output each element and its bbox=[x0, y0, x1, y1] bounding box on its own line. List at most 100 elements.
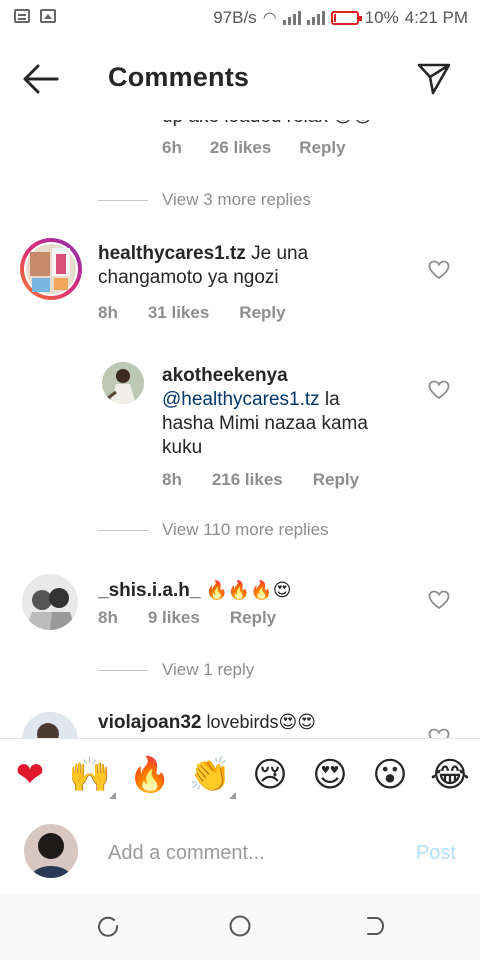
message-notification-icon bbox=[14, 9, 30, 23]
comment-text: _shis.i.a.h_ 🔥🔥🔥😍 bbox=[98, 578, 408, 603]
avatar[interactable] bbox=[22, 712, 78, 738]
likes-count[interactable]: 216 likes bbox=[212, 470, 283, 490]
battery-percent: 10% bbox=[364, 8, 399, 27]
avatar-image bbox=[24, 824, 78, 878]
comment-username[interactable]: healthycares1.tz bbox=[98, 243, 246, 264]
battery-fill bbox=[333, 14, 337, 22]
reply-text: akotheekenya @healthycares1.tz la hasha … bbox=[162, 364, 412, 460]
emoji-laughing-button[interactable]: 😂 bbox=[428, 753, 472, 797]
reply-button[interactable]: Reply bbox=[239, 303, 285, 323]
comment-time: 6h bbox=[162, 138, 182, 157]
divider bbox=[98, 669, 148, 671]
heart-icon bbox=[428, 590, 450, 610]
view-more-replies[interactable]: View 3 more replies bbox=[98, 190, 311, 210]
comment-text: up ake loaded relax 😍😍 bbox=[162, 120, 373, 129]
reply-body-line2: hasha Mimi nazaa kama bbox=[162, 413, 368, 434]
view-more-replies[interactable]: View 110 more replies bbox=[98, 520, 329, 540]
reply-body-line3: kuku bbox=[162, 437, 203, 458]
share-button[interactable] bbox=[416, 60, 452, 96]
view-more-replies[interactable]: View 1 reply bbox=[98, 660, 254, 680]
emoji-heart-button[interactable]: ❤ bbox=[8, 753, 52, 797]
divider bbox=[98, 199, 148, 201]
signal-1-icon bbox=[282, 11, 301, 25]
view-more-label: View 110 more replies bbox=[162, 520, 329, 539]
likes-count[interactable]: 9 likes bbox=[148, 608, 200, 628]
avatar-image bbox=[24, 242, 78, 296]
post-button[interactable]: Post bbox=[416, 842, 456, 865]
emoji-raised-hands-button[interactable]: 🙌 bbox=[68, 753, 116, 799]
system-nav-bar bbox=[0, 894, 480, 960]
emoji-surprised-button[interactable]: 😮 bbox=[368, 753, 412, 797]
like-comment-button[interactable] bbox=[428, 590, 450, 610]
emoji-quick-bar: ❤ 🙌 🔥 👏 😢 😍 😮 😂 bbox=[0, 738, 480, 814]
skin-tone-indicator bbox=[229, 792, 236, 799]
comment-text: healthycares1.tz Je una changamoto ya ng… bbox=[98, 242, 408, 290]
like-comment-button[interactable] bbox=[428, 728, 450, 738]
paper-plane-icon bbox=[417, 63, 451, 95]
emoji-crying-button[interactable]: 😢 bbox=[248, 753, 292, 797]
clapping-hands-icon: 👏 bbox=[188, 755, 232, 795]
reply-username[interactable]: akotheekenya bbox=[162, 365, 288, 386]
reply-time: 8h bbox=[162, 470, 182, 489]
view-more-label: View 3 more replies bbox=[162, 190, 311, 209]
avatar[interactable] bbox=[20, 238, 82, 300]
comment-body-line2: changamoto ya ngozi bbox=[98, 267, 279, 288]
battery-icon bbox=[330, 11, 362, 25]
page-title: Comments bbox=[108, 62, 250, 92]
heart-icon bbox=[428, 728, 450, 738]
skin-tone-indicator bbox=[109, 792, 116, 799]
comment-username[interactable]: _shis.i.a.h_ bbox=[98, 580, 200, 601]
likes-count[interactable]: 31 likes bbox=[148, 303, 209, 323]
emoji-fire-button[interactable]: 🔥 bbox=[128, 753, 172, 797]
comment-body: Je una bbox=[245, 243, 309, 264]
comment-time: 8h bbox=[98, 303, 118, 322]
likes-count[interactable]: 26 likes bbox=[210, 138, 271, 158]
recent-apps-button[interactable] bbox=[96, 914, 120, 938]
avatar-image bbox=[102, 362, 144, 404]
comment-username[interactable]: violajoan32 bbox=[98, 712, 202, 733]
comment-body: lovebirds😍😍 bbox=[201, 712, 317, 732]
home-circle-icon bbox=[229, 915, 251, 937]
avatar[interactable] bbox=[22, 574, 78, 630]
recents-icon bbox=[98, 916, 119, 937]
comment-body: 🔥🔥🔥😍 bbox=[200, 580, 292, 600]
comment-meta: 8h 31 likes Reply bbox=[98, 303, 286, 323]
home-button[interactable] bbox=[228, 914, 252, 938]
status-right: 97B/s ◠ 10% 4:21 PM bbox=[213, 8, 468, 28]
raised-hands-icon: 🙌 bbox=[68, 755, 112, 795]
reply-button[interactable]: Reply bbox=[299, 138, 345, 158]
heart-icon bbox=[428, 260, 450, 280]
status-bar: 97B/s ◠ 10% 4:21 PM bbox=[0, 0, 480, 36]
emoji-heart-eyes-button[interactable]: 😍 bbox=[308, 753, 352, 797]
divider bbox=[98, 529, 148, 531]
current-user-avatar bbox=[24, 824, 78, 878]
reply-meta: 8h 216 likes Reply bbox=[162, 470, 359, 490]
comment-composer: Post bbox=[0, 812, 480, 894]
clock: 4:21 PM bbox=[404, 8, 468, 27]
reply-body: la bbox=[319, 389, 340, 410]
back-nav-button[interactable] bbox=[362, 914, 386, 938]
emoji-clap-button[interactable]: 👏 bbox=[188, 753, 236, 799]
mention-link[interactable]: @healthycares1.tz bbox=[162, 389, 320, 410]
avatar-image bbox=[22, 574, 78, 630]
image-notification-icon bbox=[40, 9, 56, 23]
header: Comments bbox=[0, 36, 480, 120]
like-reply-button[interactable] bbox=[428, 380, 450, 400]
back-nav-icon bbox=[367, 917, 384, 935]
avatar[interactable] bbox=[102, 362, 144, 404]
comment-input[interactable] bbox=[108, 838, 388, 868]
comment-meta: 6h 26 likes Reply bbox=[162, 138, 346, 158]
like-comment-button[interactable] bbox=[428, 260, 450, 280]
heart-icon bbox=[428, 380, 450, 400]
avatar-image bbox=[22, 712, 78, 738]
comments-list[interactable]: up ake loaded relax 😍😍 6h 26 likes Reply… bbox=[0, 120, 480, 738]
signal-2-icon bbox=[306, 11, 325, 25]
view-more-label: View 1 reply bbox=[162, 660, 255, 679]
comment-time: 8h bbox=[98, 608, 118, 627]
arrow-left-icon bbox=[23, 64, 59, 94]
back-button[interactable] bbox=[20, 62, 60, 96]
reply-button[interactable]: Reply bbox=[230, 608, 276, 628]
reply-button[interactable]: Reply bbox=[313, 470, 359, 490]
comment-meta: 8h 9 likes Reply bbox=[98, 608, 276, 628]
comment-text: violajoan32 lovebirds😍😍 bbox=[98, 710, 408, 735]
